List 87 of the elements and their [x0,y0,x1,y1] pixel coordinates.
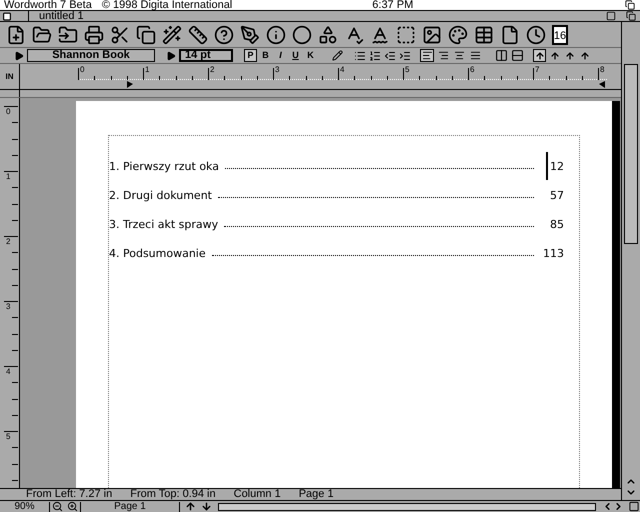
shapes-icon[interactable] [318,24,338,44]
outdent-icon[interactable] [384,50,396,62]
circle-icon[interactable] [292,24,312,44]
status-text: Column 1 [234,489,281,500]
scrollbar-thumb[interactable] [624,64,638,244]
frame-icon[interactable] [396,24,416,44]
depth-gadget-icon[interactable] [624,0,636,10]
window-title: untitled 1 [28,10,84,22]
ruler-number: 0 [6,108,10,116]
ruler-number: 6 [470,66,474,74]
style-button[interactable]: B [259,49,272,62]
toc-entry-title: 1. Pierwszy rzut oka [109,161,219,172]
copy-icon[interactable] [136,24,156,44]
ruler-number: 2 [6,238,10,246]
toc-page-number: 113 [542,248,564,259]
clock-icon[interactable] [526,24,546,44]
close-gadget-icon[interactable] [2,12,12,20]
ruler-number: 7 [535,66,540,74]
horizontal-scrollbar[interactable] [218,502,596,510]
style-button[interactable]: P [244,49,257,62]
page-icon[interactable] [500,24,520,44]
rows-icon[interactable] [511,49,524,62]
page-indicator[interactable]: Page 1 [80,502,180,512]
vertical-scrollbar[interactable] [621,22,640,500]
status-text: Page 1 [298,489,334,500]
status-text: From Top: 0.94 in [130,489,216,500]
ruler-number: 0 [80,66,84,74]
table-icon[interactable] [474,24,494,44]
zoom-gadget-icon[interactable] [604,11,618,21]
ruler-number: 1 [145,66,150,74]
print-icon[interactable] [84,24,104,44]
right-margin-marker-icon[interactable] [599,81,605,88]
next-page-icon[interactable] [201,501,212,512]
ruler-number: 5 [6,433,10,441]
zoom-out-icon[interactable] [52,501,63,512]
ruler-number: 4 [340,66,344,74]
font-field[interactable]: Shannon Book [27,49,155,62]
font-menu-icon[interactable] [14,50,24,60]
zoom-level[interactable]: 90% [0,502,50,512]
info-icon[interactable] [266,24,286,44]
wand-icon[interactable] [162,24,182,44]
calendar-button[interactable]: 16 [552,24,568,44]
ruler-number: 3 [275,66,280,74]
toc-entry-title: 3. Trzeci akt sprawy [109,219,218,230]
thesaurus-icon[interactable] [370,24,390,44]
toc-page-number: 85 [549,219,564,230]
spacing-button[interactable] [533,49,546,62]
pencil-icon[interactable] [332,50,343,61]
picture-icon[interactable] [422,24,442,44]
style-button[interactable]: I [274,49,287,62]
resize-gadget-icon[interactable] [628,501,640,512]
new-document-icon[interactable] [6,24,26,44]
cut-icon[interactable] [110,24,130,44]
previous-page-icon[interactable] [185,501,196,512]
align-button[interactable] [436,49,450,62]
size-field[interactable]: 14 pt [179,49,233,62]
depth-gadget-icon[interactable] [624,11,638,21]
indent-icon[interactable] [399,50,411,62]
ruler-number: 2 [210,66,214,74]
open-folder-icon[interactable] [32,24,52,44]
palette-icon[interactable] [448,24,468,44]
zoom-in-icon[interactable] [67,501,78,512]
toc-entry-title: 2. Drugi dokument [109,190,212,201]
draw-icon[interactable] [240,24,260,44]
numbered-list-icon[interactable] [369,50,381,62]
align-button[interactable] [452,49,466,62]
import-folder-icon[interactable] [58,24,78,44]
ruler-number: 1 [6,173,10,181]
ruler-icon[interactable] [188,24,208,44]
align-button[interactable] [468,49,482,62]
style-button[interactable]: K [304,49,317,62]
help-icon[interactable] [214,24,234,44]
toc-page-number: 57 [549,190,564,201]
status-text: From Left: 7.27 in [26,489,112,500]
ruler-number: 5 [405,66,410,74]
size-menu-icon[interactable] [166,50,176,60]
align-button[interactable] [420,49,434,62]
text-cursor [546,152,548,180]
toc-entry-title: 4. Podsumowanie [109,248,206,259]
ruler-number: 3 [6,303,10,311]
ruler-number: 4 [6,368,10,376]
clock-text: 6:37 PM [372,0,414,10]
style-button[interactable]: U [289,49,302,62]
left-margin-marker-icon[interactable] [127,81,133,88]
ruler-number: 8 [600,66,604,74]
columns-icon[interactable] [495,49,508,62]
toc-page-number: 12 [549,161,564,172]
